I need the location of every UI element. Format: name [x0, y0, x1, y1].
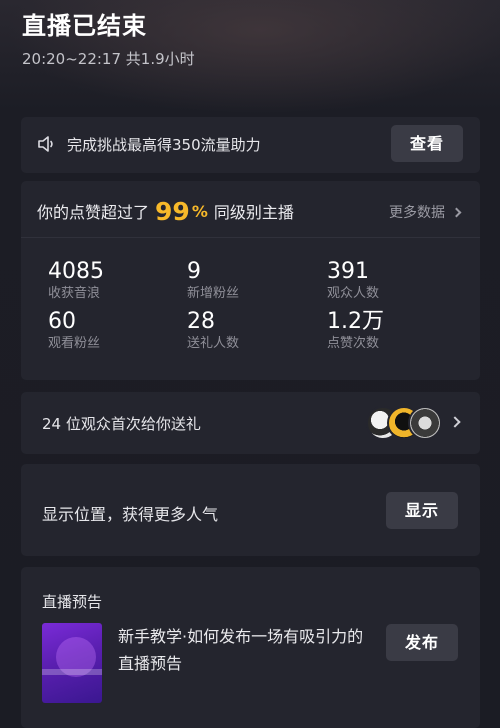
- chevron-right-icon: [449, 416, 461, 428]
- likes-summary: 你的点赞超过了 99 % 同级别主播: [37, 191, 294, 231]
- stat-value: 4085: [48, 259, 104, 284]
- preview-thumbnail[interactable]: [42, 623, 102, 703]
- location-card: 显示位置，获得更多人气 显示: [21, 464, 480, 556]
- live-duration: 20:20~22:17 共1.9小时: [22, 50, 195, 68]
- stat-value: 391: [327, 259, 369, 284]
- stat-value: 28: [187, 309, 215, 334]
- section-title: 直播预告: [42, 593, 103, 611]
- stat-value: 9: [187, 259, 201, 284]
- page-title: 直播已结束: [22, 12, 147, 40]
- location-text: 显示位置，获得更多人气: [42, 505, 219, 524]
- stat-item: 4085 收获音浪: [48, 259, 104, 302]
- stat-label: 送礼人数: [187, 336, 240, 351]
- likes-percent-sign: %: [191, 201, 208, 221]
- likes-prefix: 你的点赞超过了: [37, 203, 150, 222]
- thumbnail-band: [42, 669, 102, 675]
- speaker-icon: [38, 136, 53, 152]
- preview-description: 新手教学·如何发布一场有吸引力的直播预告: [118, 627, 364, 673]
- gift-givers-text: 24 位观众首次给你送礼: [42, 415, 201, 433]
- stat-item: 9 新增粉丝: [187, 259, 239, 302]
- stat-label: 观众人数: [327, 286, 380, 301]
- stat-item: 28 送礼人数: [187, 309, 239, 352]
- stat-value: 1.2万: [327, 309, 384, 334]
- stat-item: 1.2万 点赞次数: [327, 309, 384, 352]
- publish-button[interactable]: 发布: [386, 624, 458, 661]
- stat-item: 60 观看粉丝: [48, 309, 100, 352]
- gift-givers-row[interactable]: 24 位观众首次给你送礼: [21, 392, 480, 454]
- stat-label: 新增粉丝: [187, 286, 240, 301]
- live-preview-card: 直播预告 新手教学·如何发布一场有吸引力的直播预告 发布: [21, 567, 480, 728]
- stat-label: 收获音浪: [48, 286, 101, 301]
- challenge-card: 完成挑战最高得350流量助力 查看: [21, 117, 480, 173]
- chevron-right-icon: [451, 207, 462, 218]
- avatar-stack: [366, 406, 442, 440]
- likes-suffix: 同级别主播: [213, 203, 294, 222]
- more-data-label: 更多数据: [389, 205, 445, 221]
- stat-item: 391 观众人数: [327, 259, 379, 302]
- avatar: [408, 406, 442, 440]
- show-location-button[interactable]: 显示: [386, 492, 458, 529]
- likes-percent: 99: [155, 196, 190, 226]
- challenge-text: 完成挑战最高得350流量助力: [67, 136, 261, 154]
- stat-label: 点赞次数: [327, 336, 380, 351]
- view-button[interactable]: 查看: [391, 125, 463, 162]
- divider: [21, 237, 480, 238]
- header: 直播已结束 20:20~22:17 共1.9小时: [22, 6, 195, 69]
- stat-label: 观看粉丝: [48, 336, 101, 351]
- stats-card: 你的点赞超过了 99 % 同级别主播 更多数据 4085 收获音浪 9 新增粉丝…: [21, 181, 480, 380]
- live-ended-screen: 直播已结束 20:20~22:17 共1.9小时 完成挑战最高得350流量助力 …: [0, 0, 500, 728]
- stat-value: 60: [48, 309, 76, 334]
- more-data-link[interactable]: 更多数据: [389, 202, 462, 222]
